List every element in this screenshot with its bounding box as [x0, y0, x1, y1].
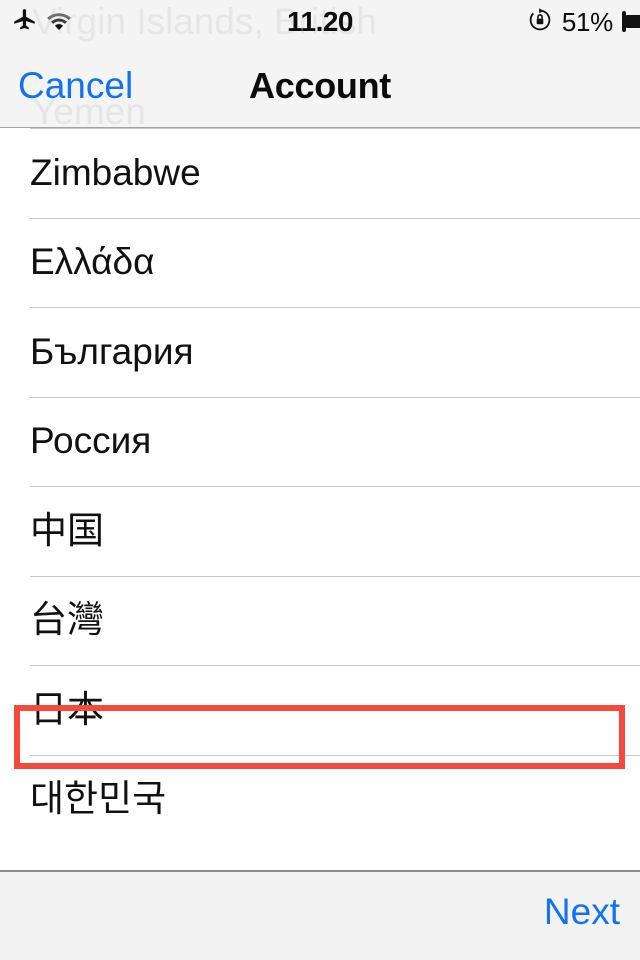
country-list[interactable]: Zimbabwe Ελλάδα България Россия 中国台灣日本 대한민국 [0, 128, 640, 871]
list-item-label: 日本 [30, 688, 104, 730]
list-item[interactable]: 日本 [0, 665, 640, 755]
list-item-separator [30, 486, 640, 487]
list-item-label: Россия [30, 420, 152, 462]
list-item[interactable]: 台灣 [0, 575, 640, 665]
status-bar: 11.20 51% [0, 0, 640, 44]
list-item-label: 台灣 [30, 599, 104, 641]
next-button[interactable]: Next [544, 890, 620, 934]
bottom-toolbar: Next [0, 872, 640, 960]
list-item-label: Zimbabwe [30, 151, 201, 193]
top-chrome: Virgin Islands, British Yemen 11.20 51% … [0, 0, 640, 128]
battery-percent-label: 51% [561, 6, 613, 37]
list-item[interactable]: 中国 [0, 486, 640, 576]
list-item[interactable]: Россия [0, 396, 640, 486]
list-item-label: Ελλάδα [30, 241, 155, 283]
rotation-lock-icon [527, 7, 553, 38]
navigation-bar: Cancel Account [0, 44, 640, 128]
list-item-separator [30, 754, 640, 756]
list-item-label: България [30, 330, 194, 372]
list-item-separator [30, 217, 640, 219]
list-item-separator [30, 396, 640, 398]
list-item-label: 中国 [30, 509, 104, 551]
phone-screen: Virgin Islands, British Yemen 11.20 51% … [0, 0, 640, 960]
page-title: Account [249, 65, 391, 106]
list-item[interactable]: Zimbabwe [0, 128, 640, 218]
status-bar-right-group: 51% [527, 0, 640, 44]
list-item[interactable]: Ελλάδα [0, 217, 640, 307]
list-item[interactable]: 대한민국 [0, 754, 640, 844]
list-item-separator [30, 665, 640, 666]
list-item-separator [30, 307, 640, 308]
list-item-separator [30, 575, 640, 577]
list-item-separator [30, 128, 640, 129]
battery-icon [622, 11, 640, 32]
list-item[interactable]: България [0, 307, 640, 397]
list-item-label: 대한민국 [30, 778, 167, 820]
